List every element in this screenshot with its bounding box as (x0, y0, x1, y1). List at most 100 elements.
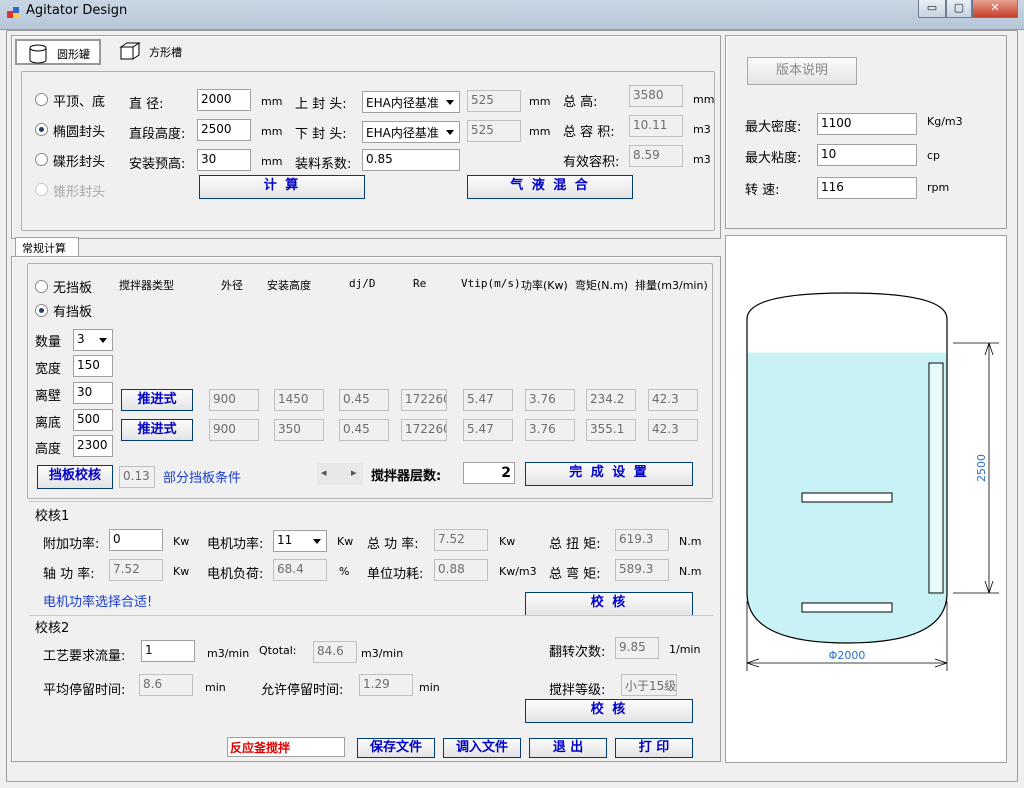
col-re: Re (413, 277, 427, 290)
table-cell: 0.45 (339, 389, 389, 411)
qtotal-label: Qtotal: (259, 644, 297, 657)
load-file-button[interactable]: 调入文件 (443, 738, 521, 758)
speed-input[interactable]: 116 (817, 177, 917, 199)
wall-input[interactable]: 30 (73, 382, 113, 404)
qty-select[interactable]: 3 (73, 329, 113, 351)
baffle-ratio-value: 0.13 (119, 466, 155, 488)
height-input[interactable]: 2300 (73, 435, 113, 457)
divider (29, 615, 713, 616)
viscosity-input[interactable]: 10 (817, 144, 917, 166)
col-install-height: 安装高度 (267, 279, 311, 292)
fill-input[interactable]: 0.85 (362, 149, 460, 171)
finish-setup-button[interactable]: 完 成 设 置 (525, 462, 693, 486)
scroll-right-icon[interactable]: ▸ (351, 466, 357, 479)
total-torque-unit: N.m (679, 535, 702, 548)
title-bar: Agitator Design ▭ ▢ ✕ (0, 0, 1024, 30)
density-input[interactable]: 1100 (817, 113, 917, 135)
minimize-icon: ▭ (926, 1, 938, 14)
print-button[interactable]: 打 印 (615, 738, 693, 758)
table-cell: 355.1 (586, 419, 636, 441)
table-cell: 3.76 (525, 389, 575, 411)
fill-label: 装料系数: (295, 157, 352, 172)
diameter-dimension-label: Φ2000 (829, 649, 866, 662)
diameter-label: 直 径: (129, 97, 164, 112)
reaction-field[interactable]: 反应釜搅拌 (227, 737, 345, 757)
straight-input[interactable]: 2500 (197, 119, 251, 141)
radio-flat[interactable] (35, 93, 48, 106)
diameter-input[interactable]: 2000 (197, 89, 251, 111)
total-power-label: 总 功 率: (367, 537, 419, 552)
radio-ellipse-label: 椭圆封头 (53, 125, 106, 140)
app-icon (7, 7, 19, 18)
box-icon (119, 42, 141, 60)
save-file-button[interactable]: 保存文件 (357, 738, 435, 758)
col-od: 外径 (221, 279, 243, 292)
tab-cylinder[interactable]: 圆形罐 (15, 39, 101, 65)
impeller-lower (801, 602, 893, 613)
close-button[interactable]: ✕ (972, 0, 1018, 18)
table-cell: 900 (209, 389, 259, 411)
table-cell: 172260 (401, 419, 447, 441)
width-input[interactable]: 150 (73, 355, 113, 377)
baffle-check-button[interactable]: 挡板校核 (37, 465, 113, 489)
allow-time-label: 允许停留时间: (261, 683, 344, 698)
minimize-button[interactable]: ▭ (918, 0, 946, 18)
motor-power-select[interactable]: 11 (273, 530, 327, 552)
total-torque-value: 619.3 (615, 529, 669, 551)
total-height-label: 总 高: (563, 95, 598, 110)
check2-title: 校核2 (35, 621, 70, 636)
vessel-drawing: 2500 Φ2000 (746, 292, 999, 671)
wall-label: 离壁 (35, 389, 62, 404)
table-cell: 42.3 (648, 419, 698, 441)
total-bend-unit: N.m (679, 565, 702, 578)
upper-head-select[interactable]: EHA内径基准 (362, 91, 460, 113)
maximize-icon: ▢ (953, 1, 965, 14)
gas-liquid-button[interactable]: 气 液 混 合 (467, 175, 633, 199)
impeller-type-button-1[interactable]: 推进式 (121, 389, 193, 411)
tab-general[interactable]: 常规计算 (15, 237, 79, 257)
radio-dish[interactable] (35, 153, 48, 166)
unit-power-unit: Kw/m3 (499, 565, 537, 578)
radio-ellipse[interactable] (35, 123, 48, 136)
impeller-upper (801, 492, 893, 503)
total-volume-label: 总 容 积: (563, 125, 615, 140)
radio-dish-label: 碟形封头 (53, 155, 106, 170)
flow-input[interactable]: 1 (141, 640, 195, 662)
table-cell: 5.47 (463, 419, 513, 441)
speed-label: 转 速: (745, 183, 780, 198)
lower-head-unit: mm (529, 125, 551, 138)
unit-power-label: 单位功耗: (367, 567, 424, 582)
preheight-label: 安装预高: (129, 157, 186, 172)
col-power: 功率(Kw) (521, 279, 568, 292)
tab-box[interactable]: 方形槽 (105, 39, 195, 65)
col-moment: 弯矩(N.m) (575, 279, 629, 292)
grade-value: 小于15级 (621, 674, 677, 696)
straight-unit: mm (261, 125, 283, 138)
exit-button[interactable]: 退 出 (529, 738, 607, 758)
layers-scroll[interactable]: ◂ ▸ (317, 463, 363, 485)
lower-head-label: 下 封 头: (295, 127, 347, 142)
avg-time-unit: min (205, 681, 226, 694)
radio-baffle[interactable] (35, 304, 48, 317)
tab-box-label: 方形槽 (149, 46, 182, 59)
bottom-input[interactable]: 500 (73, 409, 113, 431)
version-button[interactable]: 版本说明 (747, 57, 857, 85)
total-height-value: 3580 (629, 85, 683, 107)
density-label: 最大密度: (745, 120, 802, 135)
radio-no-baffle[interactable] (35, 280, 48, 293)
layers-input[interactable]: 2 (463, 462, 515, 484)
calculate-button[interactable]: 计 算 (199, 175, 365, 199)
add-power-input[interactable]: 0 (109, 529, 163, 551)
preheight-input[interactable]: 30 (197, 149, 251, 171)
maximize-button[interactable]: ▢ (946, 0, 972, 18)
radio-cone[interactable] (35, 183, 48, 196)
lower-head-select[interactable]: EHA内径基准 (362, 121, 460, 143)
table-cell: 234.2 (586, 389, 636, 411)
total-volume-value: 10.11 (629, 115, 683, 137)
scroll-left-icon[interactable]: ◂ (321, 466, 327, 479)
grade-label: 搅拌等级: (549, 683, 606, 698)
check2-button[interactable]: 校 核 (525, 699, 693, 723)
window-title: Agitator Design (26, 3, 128, 18)
check1-button[interactable]: 校 核 (525, 592, 693, 616)
impeller-type-button-2[interactable]: 推进式 (121, 419, 193, 441)
